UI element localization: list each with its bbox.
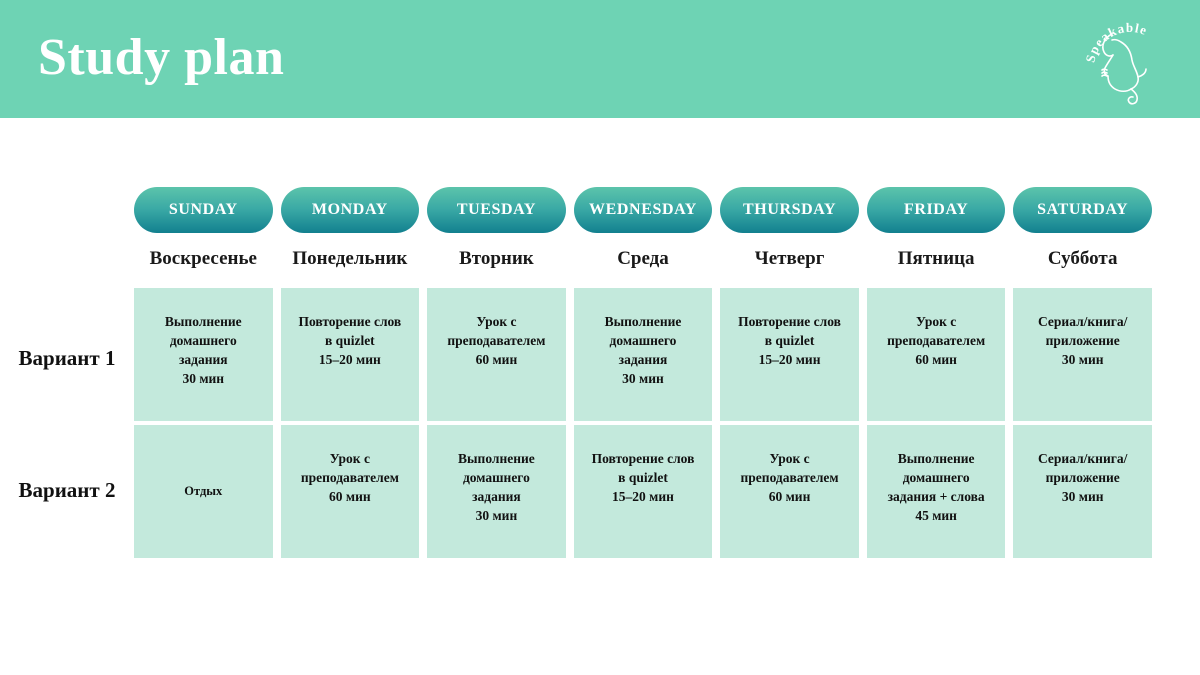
cell-line: Выполнение [164, 314, 242, 329]
cell-line: Урок с [769, 451, 810, 466]
cell-line: Повторение слов [591, 451, 695, 466]
cell-line: Выполнение [897, 451, 975, 466]
cell-line: 30 мин [475, 508, 518, 523]
schedule-cell-text: Урок с преподавателем 60 мин [433, 312, 560, 369]
schedule-cell-r2-c1[interactable]: Отдых [134, 425, 273, 558]
cell-line: домашнего [462, 470, 530, 485]
cell-line: домашнего [609, 333, 677, 348]
cell-line: Отдых [184, 484, 223, 498]
day-pill-row: SUNDAY MONDAY TUESDAY WEDNESDAY THURSDAY FRID… [134, 187, 1152, 233]
day-label-ru-6: Суббота [1047, 248, 1118, 269]
cell-line: в quizlet [325, 333, 375, 348]
schedule-cell-r1-c5[interactable]: Повторение слов в quizlet 15–20 мин [720, 288, 859, 421]
cell-line: 60 мин [768, 489, 811, 504]
row-label-variant-1: Вариант 1 [18, 346, 116, 370]
cell-line: Урок с [916, 314, 957, 329]
day-pill-friday[interactable]: FRIDAY [866, 187, 1006, 233]
day-label-ru-5: Пятница [897, 248, 975, 269]
row-label-variant-2: Вариант 2 [18, 478, 116, 502]
cell-line: Урок с [476, 314, 517, 329]
day-label-ru-4: Четверг [754, 248, 825, 269]
cell-line: в quizlet [764, 333, 815, 348]
cell-line: 30 мин [1061, 489, 1104, 504]
schedule-cell-text: Сериал/книга/приложение 30 мин [1019, 312, 1146, 369]
schedule-cell-text: Отдых [184, 482, 222, 501]
cell-line: приложение [1045, 333, 1120, 348]
schedule-cell-text: Урок с преподавателем 60 мин [873, 312, 1000, 369]
cell-line: 60 мин [915, 352, 957, 367]
cell-line: преподавателем [300, 470, 399, 485]
page-header: Study plan Speakable [0, 0, 1200, 118]
cell-line: Повторение слов [298, 314, 402, 329]
schedule-cell-r1-c7[interactable]: Сериал/книга/приложение 30 мин [1013, 288, 1152, 421]
logo-brand-text: Speakable [1082, 20, 1148, 64]
day-label-ru-1: Понедельник [292, 248, 408, 269]
svg-text:Speakable: Speakable [1082, 20, 1149, 64]
schedule-cell-text: Сериал/книга/приложение 30 мин [1019, 449, 1146, 506]
schedule-cell-r1-c4[interactable]: Выполнение домашнего задания 30 мин [573, 288, 713, 421]
cell-line: домашнего [902, 470, 970, 485]
schedule-cell-r1-c2[interactable]: Повторение слов в quizlet 15–20 мин [280, 288, 420, 421]
day-pill-tuesday[interactable]: TUESDAY [427, 187, 566, 233]
cell-line: 30 мин [1061, 352, 1104, 367]
schedule-cell-text: Выполнение домашнего задания 30 мин [433, 449, 560, 525]
cell-line: преподавателем [887, 333, 986, 348]
cell-line: задания [472, 489, 521, 504]
day-pill-monday[interactable]: MONDAY [280, 187, 420, 233]
schedule-cell-text: Повторение слов в quizlet 15–20 мин [580, 449, 707, 506]
cell-line: Сериал/книга/ [1038, 451, 1128, 466]
cell-line: преподавателем [447, 333, 546, 348]
speakable-logo: Speakable [1074, 8, 1178, 108]
schedule-table: Выполнение домашнего задания 30 мин Повторен… [134, 288, 1152, 558]
schedule-cell-r2-c4[interactable]: Повторение слов в quizlet 15–20 мин [573, 425, 713, 558]
schedule-cell-text: Выполнение домашнего задания 30 мин [580, 312, 707, 388]
study-plan-grid: SUNDAY MONDAY TUESDAY WEDNESDAY THURSDAY FRID… [134, 187, 1152, 558]
schedule-cell-text: Повторение слов в quizlet 15–20 мин [287, 312, 414, 369]
schedule-cell-r1-c6[interactable]: Урок с преподавателем 60 мин [866, 288, 1006, 421]
schedule-cell-r2-c7[interactable]: Сериал/книга/приложение 30 мин [1013, 425, 1152, 558]
cell-line: Выполнение [604, 314, 682, 329]
schedule-cell-text: Выполнение домашнего задания + слова 45 мин [873, 449, 1000, 525]
cell-line: задания [178, 352, 228, 367]
schedule-cell-r2-c2[interactable]: Урок с преподавателем 60 мин [280, 425, 420, 558]
cell-line: 30 мин [182, 371, 225, 386]
schedule-cell-text: Повторение слов в quizlet 15–20 мин [726, 312, 853, 369]
schedule-cell-r2-c3[interactable]: Выполнение домашнего задания 30 мин [427, 425, 566, 558]
cell-line: в quizlet [618, 470, 668, 485]
schedule-cell-text: Урок с преподавателем 60 мин [287, 449, 414, 506]
table-row: Отдых Урок с преподавателем 60 мин Выполнени… [134, 425, 1152, 558]
cell-line: 45 мин [915, 508, 957, 523]
day-label-ru-3: Среда [617, 248, 669, 269]
cell-line: задания [618, 352, 668, 367]
day-pill-thursday[interactable]: THURSDAY [720, 187, 859, 233]
cell-line: 15–20 мин [318, 352, 381, 367]
cell-line: 15–20 мин [612, 489, 674, 504]
schedule-cell-r1-c1[interactable]: Выполнение домашнего задания 30 мин [134, 288, 273, 421]
schedule-cell-r1-c3[interactable]: Урок с преподавателем 60 мин [427, 288, 566, 421]
day-label-ru-2: Вторник [459, 248, 534, 269]
day-pill-saturday[interactable]: SATURDAY [1013, 187, 1152, 233]
cell-line: Выполнение [458, 451, 535, 466]
cell-line: преподавателем [740, 470, 839, 485]
cell-line: 60 мин [329, 489, 371, 504]
day-label-ru-0: Воскресенье [149, 248, 257, 269]
day-russian-label-row: Воскресенье Понедельник Вторник Среда Четвер… [134, 247, 1152, 271]
schedule-cell-text: Урок с преподавателем 60 мин [726, 449, 853, 506]
page-title: Study plan [38, 29, 285, 86]
schedule-cell-text: Выполнение домашнего задания 30 мин [140, 312, 267, 388]
cell-line: домашнего [169, 333, 237, 348]
cell-line: задания + слова [887, 489, 985, 504]
schedule-cell-r2-c6[interactable]: Выполнение домашнего задания + слова 45 мин [866, 425, 1006, 558]
cell-line: 30 мин [622, 371, 664, 386]
cell-line: Урок с [329, 451, 370, 466]
cell-line: 60 мин [475, 352, 518, 367]
cell-line: приложение [1045, 470, 1120, 485]
cell-line: Повторение слов [738, 314, 841, 329]
cell-line: 15–20 мин [758, 352, 821, 367]
table-row: Выполнение домашнего задания 30 мин Повторен… [134, 288, 1152, 421]
day-pill-wednesday[interactable]: WEDNESDAY [573, 187, 713, 233]
schedule-cell-r2-c5[interactable]: Урок с преподавателем 60 мин [720, 425, 859, 558]
cell-line: Сериал/книга/ [1038, 314, 1128, 329]
day-pill-sunday[interactable]: SUNDAY [134, 187, 273, 233]
